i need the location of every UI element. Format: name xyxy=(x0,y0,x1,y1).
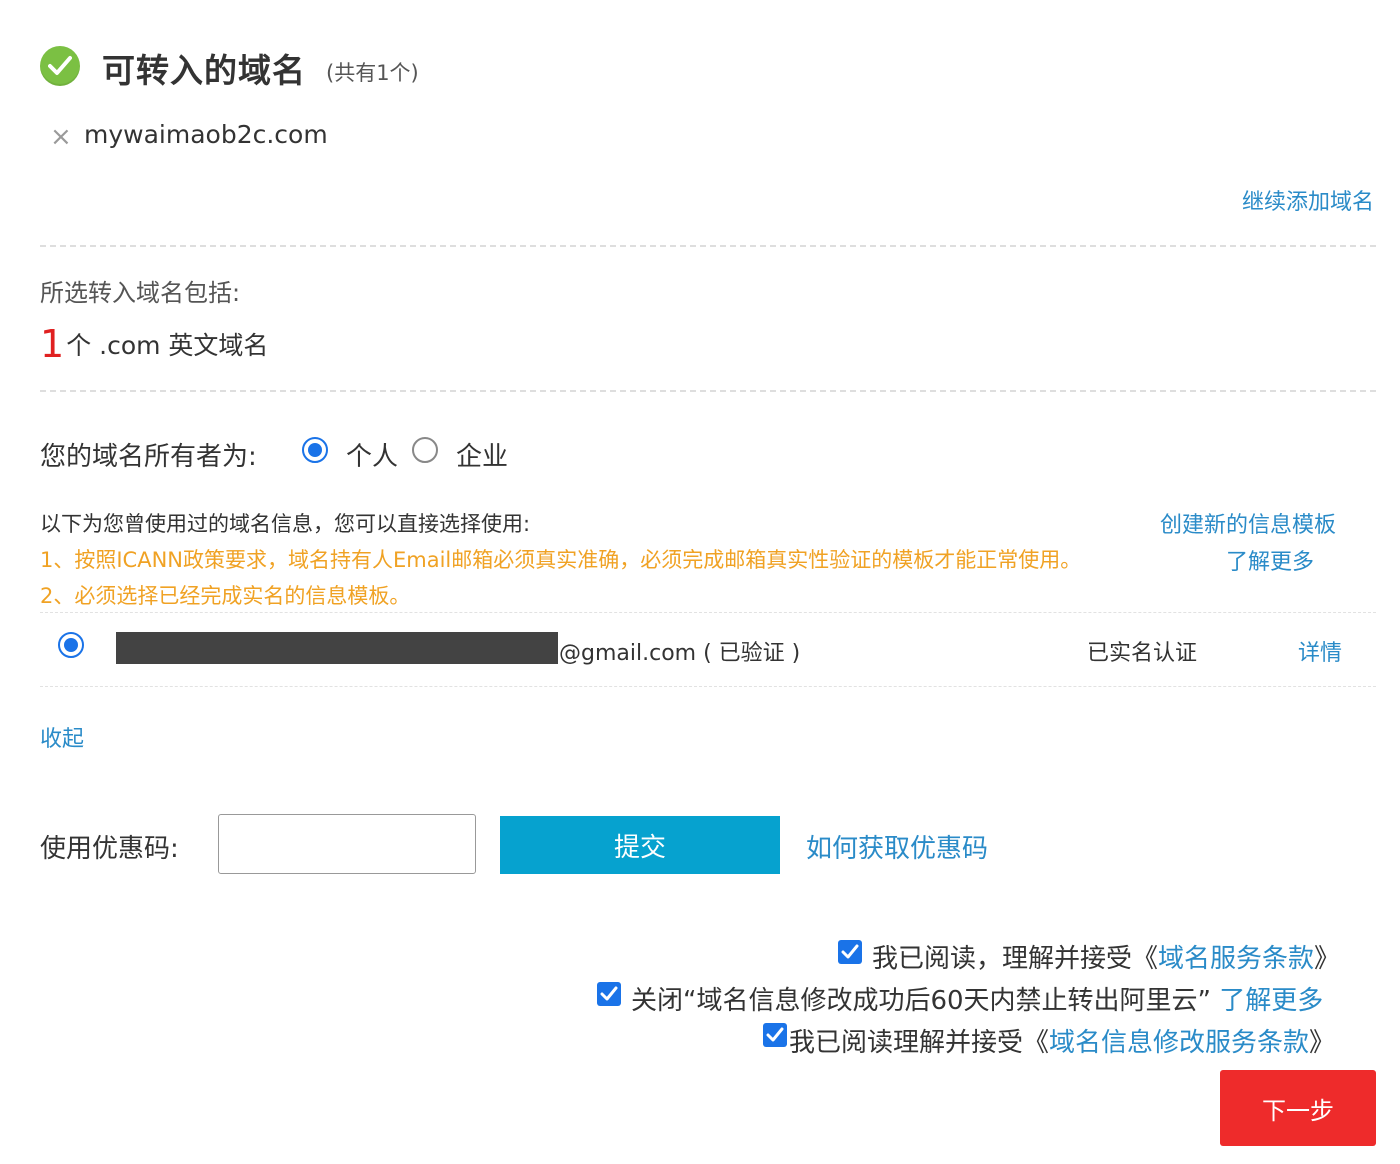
coupon-submit-button[interactable]: 提交 xyxy=(500,816,780,874)
agreement-label-1: 我已阅读，理解并接受 xyxy=(872,944,1133,974)
template-radio[interactable] xyxy=(58,632,84,658)
owner-option-personal-label[interactable]: 个人 xyxy=(346,436,398,473)
how-to-get-coupon-link[interactable]: 如何获取优惠码 xyxy=(806,828,988,865)
domain-count: (共有1个) xyxy=(326,61,419,85)
bracket-close: 》 xyxy=(1309,1028,1336,1058)
owner-radio-company[interactable] xyxy=(412,437,438,463)
next-step-button[interactable]: 下一步 xyxy=(1220,1070,1376,1146)
domain-terms-link[interactable]: 域名服务条款 xyxy=(1158,944,1314,974)
transfer-lock-learn-more-link[interactable]: 了解更多 xyxy=(1219,986,1323,1016)
template-email: @gmail.com ( 已验证 ) xyxy=(559,641,801,666)
bracket-open: 《 xyxy=(1023,1028,1050,1058)
template-details-link[interactable]: 详情 xyxy=(1298,635,1342,667)
summary-count: 1 xyxy=(40,322,65,366)
domain-name: mywaimaob2c.com xyxy=(84,120,328,149)
summary-count-line: 1个 .com 英文域名 xyxy=(40,322,268,366)
agreement-checkbox-3[interactable] xyxy=(763,1023,787,1047)
info-modify-terms-link[interactable]: 域名信息修改服务条款 xyxy=(1049,1028,1309,1058)
close-icon[interactable]: × xyxy=(50,124,72,150)
owner-label: 您的域名所有者为: xyxy=(40,442,257,472)
divider xyxy=(40,390,1376,392)
bracket-close: 》 xyxy=(1314,944,1341,974)
agreement-label-2: 关闭“域名信息修改成功后60天内禁止转出阿里云” xyxy=(631,986,1212,1016)
summary-unit: 个 xyxy=(66,331,92,360)
redacted-email-mask xyxy=(116,632,558,664)
template-hint: 以下为您曾使用过的域名信息，您可以直接选择使用: xyxy=(40,512,531,536)
agreement-checkbox-2[interactable] xyxy=(597,982,621,1006)
learn-more-link[interactable]: 了解更多 xyxy=(1226,544,1314,576)
owner-radio-personal[interactable] xyxy=(302,437,328,463)
page-title: 可转入的域名 xyxy=(102,51,306,90)
realname-status: 已实名认证 xyxy=(1087,641,1198,666)
agreement-text-3: 我已阅读理解并接受《域名信息修改服务条款》 xyxy=(789,1022,1335,1059)
agreement-checkbox-1[interactable] xyxy=(838,940,862,964)
divider xyxy=(40,245,1376,247)
success-check-icon xyxy=(40,46,80,86)
coupon-label: 使用优惠码: xyxy=(40,834,179,864)
summary-label: 所选转入域名包括: xyxy=(40,279,241,307)
warning-icann: 1、按照ICANN政策要求，域名持有人Email邮箱必须真实准确，必须完成邮箱真… xyxy=(40,548,1082,572)
divider xyxy=(40,686,1376,687)
create-template-link[interactable]: 创建新的信息模板 xyxy=(1160,507,1336,539)
summary-desc: .com 英文域名 xyxy=(91,331,269,360)
agreement-label-3: 我已阅读理解并接受 xyxy=(789,1028,1024,1058)
agreement-text-1: 我已阅读，理解并接受《域名服务条款》 xyxy=(872,938,1340,975)
agreement-text-2: 关闭“域名信息修改成功后60天内禁止转出阿里云” 了解更多 xyxy=(631,980,1323,1017)
owner-option-company-label[interactable]: 企业 xyxy=(456,436,508,473)
bracket-open: 《 xyxy=(1132,944,1159,974)
add-domain-link[interactable]: 继续添加域名 xyxy=(1242,184,1374,216)
coupon-input[interactable] xyxy=(218,814,476,874)
collapse-link[interactable]: 收起 xyxy=(40,721,84,753)
warning-realname: 2、必须选择已经完成实名的信息模板。 xyxy=(40,584,411,608)
divider xyxy=(40,612,1376,613)
